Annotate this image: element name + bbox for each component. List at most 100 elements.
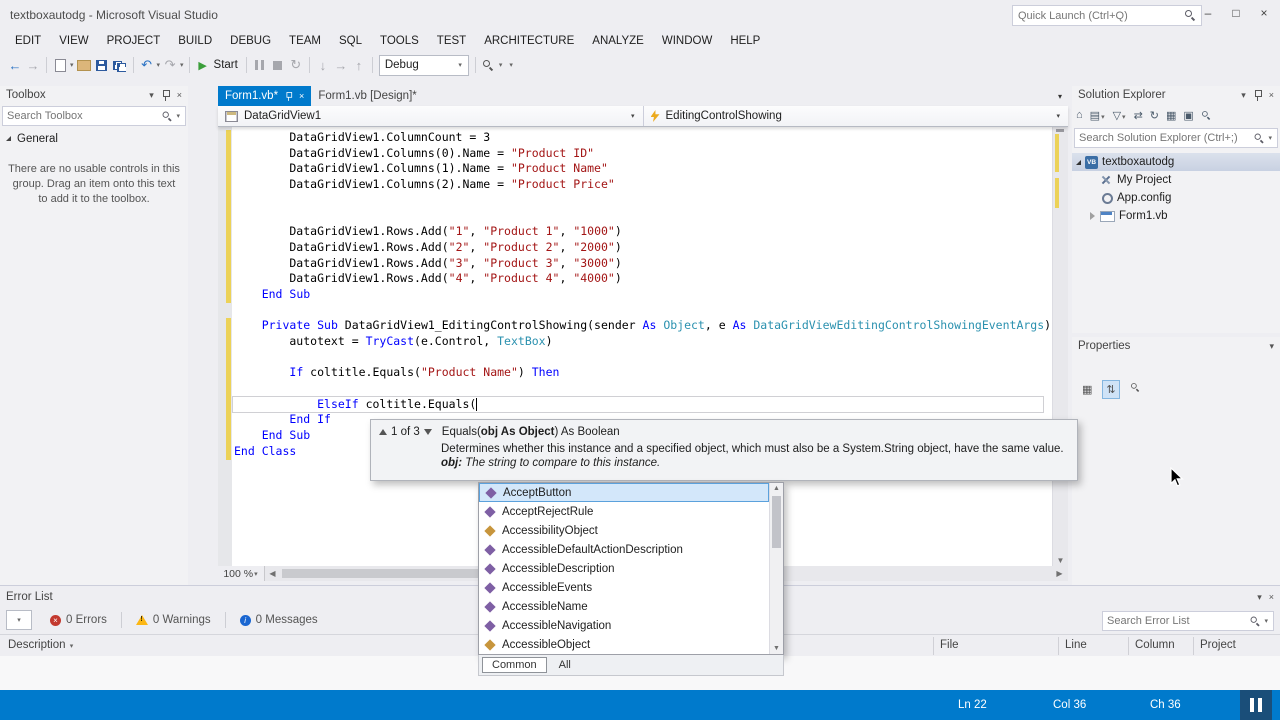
pin-icon[interactable] — [1253, 89, 1262, 101]
menu-item-edit[interactable]: EDIT — [6, 35, 50, 47]
close-icon[interactable]: × — [1269, 592, 1274, 602]
completion-tab-all[interactable]: All — [550, 658, 580, 672]
solution-explorer-header[interactable]: Solution Explorer ▾ × — [1072, 86, 1280, 104]
switch-views-icon[interactable]: ▤▾ — [1090, 109, 1106, 122]
properties-icon[interactable] — [1201, 111, 1211, 120]
break-all-icon[interactable] — [251, 55, 269, 75]
home-icon[interactable]: ⌂ — [1076, 109, 1083, 121]
close-icon[interactable]: × — [299, 91, 304, 101]
menu-item-architecture[interactable]: ARCHITECTURE — [475, 35, 583, 47]
tab-form1-vb[interactable]: Form1.vb* × — [218, 86, 312, 106]
completion-item[interactable]: AcceptRejectRule — [479, 502, 769, 521]
expander-icon[interactable] — [1090, 212, 1095, 220]
completion-item[interactable]: AccessibleObject — [479, 635, 769, 654]
scroll-up-icon[interactable]: ▲ — [770, 485, 783, 492]
menu-item-sql[interactable]: SQL — [330, 35, 371, 47]
window-position-chevron-icon[interactable]: ▾ — [1241, 90, 1246, 101]
code-line[interactable]: DataGridView1.Rows.Add("3", "Product 3",… — [234, 256, 1052, 272]
code-line[interactable] — [234, 381, 1052, 397]
step-out-icon[interactable]: ↑ — [350, 55, 368, 75]
code-line[interactable] — [234, 303, 1052, 319]
categorized-icon[interactable]: ▦ — [1078, 380, 1096, 399]
refresh-icon[interactable]: ↻ — [1150, 109, 1159, 122]
column-header-project[interactable]: Project — [1200, 639, 1236, 651]
menu-item-project[interactable]: PROJECT — [98, 35, 170, 47]
new-file-icon[interactable] — [51, 55, 69, 75]
code-line[interactable]: autotext = TryCast(e.Control, TextBox) — [234, 334, 1052, 350]
column-header-description[interactable]: Description ▾ — [8, 639, 74, 651]
find-in-files-icon[interactable] — [480, 55, 498, 75]
collapse-all-icon[interactable]: ▦ — [1166, 109, 1176, 122]
solution-explorer-search-input[interactable]: Search Solution Explorer (Ctrl+;) ▾ — [1074, 128, 1278, 148]
zoom-select[interactable]: 100 % ▾ — [218, 566, 265, 581]
code-line[interactable] — [234, 193, 1052, 209]
scrollbar-thumb[interactable] — [772, 496, 781, 548]
property-pages-icon[interactable] — [1126, 379, 1145, 399]
error-list-search-input[interactable]: Search Error List ▾ — [1102, 611, 1274, 631]
toolbox-header[interactable]: Toolbox ▾ × — [0, 86, 188, 104]
error-filter-dropdown[interactable]: ▾ — [6, 610, 32, 630]
messages-toggle[interactable]: i 0 Messages — [230, 614, 328, 626]
properties-header[interactable]: Properties ▾ — [1072, 337, 1280, 355]
menu-item-tools[interactable]: TOOLS — [371, 35, 428, 47]
redo-icon[interactable]: ↷ — [161, 55, 179, 75]
step-over-icon[interactable]: → — [332, 55, 350, 75]
tree-item-textboxautodg[interactable]: VB textboxautodg — [1072, 153, 1280, 171]
code-line[interactable]: If coltitle.Equals("Product Name") Then — [234, 365, 1052, 381]
menu-item-view[interactable]: VIEW — [50, 35, 97, 47]
quick-launch-input[interactable]: Quick Launch (Ctrl+Q) — [1012, 5, 1202, 26]
code-line[interactable]: DataGridView1.ColumnCount = 3 — [234, 130, 1052, 146]
tree-item-my-project[interactable]: My Project — [1072, 171, 1280, 189]
toolbox-search-input[interactable]: Search Toolbox ▾ — [2, 106, 186, 126]
menu-item-help[interactable]: HELP — [721, 35, 769, 47]
code-line[interactable]: DataGridView1.Rows.Add("4", "Product 4",… — [234, 271, 1052, 287]
menu-item-test[interactable]: TEST — [428, 35, 475, 47]
close-icon[interactable]: × — [177, 90, 182, 100]
tree-item-form1-vb[interactable]: Form1.vb — [1072, 207, 1280, 225]
toolbar-options-chevron-icon[interactable]: ▾ — [509, 61, 513, 69]
stop-debug-icon[interactable] — [269, 55, 287, 75]
code-line[interactable] — [234, 208, 1052, 224]
column-header-line[interactable]: Line — [1065, 639, 1087, 651]
column-header-column[interactable]: Column — [1135, 639, 1175, 651]
restart-icon[interactable]: ↻ — [287, 55, 305, 75]
completion-item[interactable]: AccessibleName — [479, 597, 769, 616]
close-button[interactable]: × — [1250, 0, 1278, 26]
window-position-chevron-icon[interactable]: ▾ — [149, 90, 154, 101]
window-position-chevron-icon[interactable]: ▾ — [1257, 592, 1262, 603]
pin-icon[interactable] — [161, 89, 170, 101]
code-line[interactable]: Private Sub DataGridView1_EditingControl… — [234, 318, 1052, 334]
maximize-button[interactable]: □ — [1222, 0, 1250, 26]
object-dropdown[interactable]: DataGridView1 ▾ — [218, 106, 643, 126]
show-all-files-icon[interactable]: ▣ — [1183, 109, 1193, 122]
completion-item[interactable]: AcceptButton — [479, 483, 769, 502]
column-header-file[interactable]: File — [940, 639, 959, 651]
step-into-icon[interactable]: ↓ — [314, 55, 332, 75]
find-chevron-icon[interactable]: ▾ — [499, 61, 503, 69]
expander-icon[interactable] — [1076, 159, 1081, 165]
code-line[interactable]: DataGridView1.Rows.Add("2", "Product 2",… — [234, 240, 1052, 256]
menu-item-debug[interactable]: DEBUG — [221, 35, 280, 47]
completion-item[interactable]: AccessibilityObject — [479, 521, 769, 540]
alphabetical-icon[interactable]: ⇅ — [1102, 379, 1120, 399]
menu-item-build[interactable]: BUILD — [169, 35, 221, 47]
splitter-grip-icon[interactable] — [1056, 129, 1064, 132]
open-file-icon[interactable] — [75, 55, 93, 75]
pause-indicator[interactable] — [1240, 690, 1272, 720]
redo-chevron-icon[interactable]: ▾ — [180, 61, 184, 69]
new-file-chevron-icon[interactable]: ▾ — [70, 61, 74, 69]
completion-tab-common[interactable]: Common — [482, 657, 547, 673]
signature-next-icon[interactable] — [423, 429, 432, 435]
close-icon[interactable]: × — [1269, 90, 1274, 100]
code-line[interactable]: DataGridView1.Rows.Add("1", "Product 1",… — [234, 224, 1052, 240]
menu-item-window[interactable]: WINDOW — [653, 35, 721, 47]
toolbox-section-general[interactable]: General — [0, 129, 188, 148]
code-line[interactable]: End Sub — [234, 287, 1052, 303]
completion-scrollbar[interactable]: ▲ ▼ — [769, 483, 783, 654]
solution-configurations-dropdown[interactable]: Debug ▾ — [378, 54, 469, 76]
undo-chevron-icon[interactable]: ▾ — [157, 61, 161, 69]
start-debug-icon[interactable]: ▶ — [194, 55, 212, 75]
event-dropdown[interactable]: EditingControlShowing ▾ — [642, 106, 1069, 126]
start-button[interactable]: Start — [214, 59, 238, 71]
undo-icon[interactable]: ↶ — [138, 55, 156, 75]
